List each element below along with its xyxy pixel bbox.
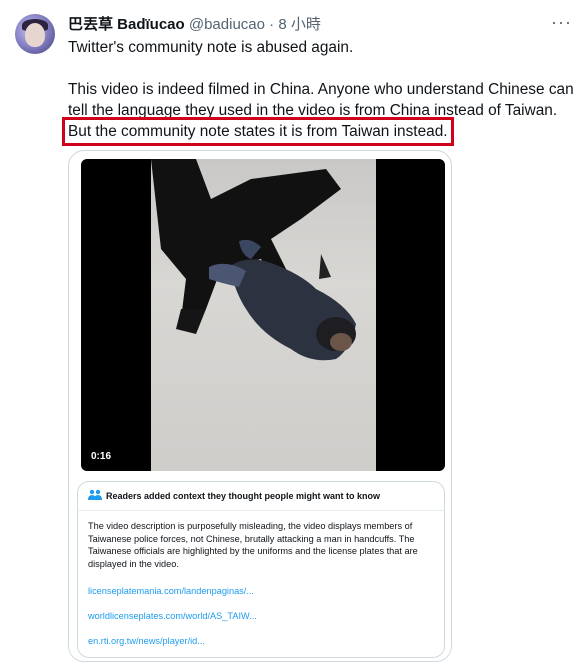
author-avatar[interactable] [15, 14, 55, 54]
highlighted-text-line: But the community note states it is from… [62, 117, 454, 146]
video-duration: 0:16 [91, 451, 112, 462]
community-note-body: The video description is purposefully mi… [88, 521, 418, 569]
author-handle[interactable]: @badiucao [189, 16, 265, 33]
source-link[interactable]: worldlicenseplates.com/world/AS_TAIW... [88, 611, 257, 621]
video-player[interactable]: 0:16 [81, 159, 445, 471]
video-frame [151, 159, 376, 471]
quoted-media-card[interactable]: 0:16 Readers added context they thought … [68, 150, 452, 662]
people-icon [88, 489, 102, 500]
tweet-text-line: Twitter's community note is abused again… [68, 39, 354, 56]
tweet: 巴丟草 Badïucao @badiucao · 8 小時 ··· Twitte… [0, 0, 580, 669]
avatar-face [25, 23, 45, 47]
separator-dot: · [269, 16, 275, 33]
tweet-text-line: This video is indeed filmed in China. An… [68, 81, 574, 98]
video-still-illustration [151, 159, 356, 361]
tweet-timestamp[interactable]: 8 小時 [278, 16, 321, 33]
tweet-text: Twitter's community note is abused again… [62, 37, 576, 146]
more-options-icon[interactable]: ··· [551, 12, 572, 33]
community-note-title: Readers added context they thought peopl… [106, 491, 381, 501]
source-link[interactable]: en.rti.org.tw/news/player/id... [88, 636, 205, 646]
source-link[interactable]: licenseplatemania.com/landenpaginas/... [88, 586, 254, 596]
author-name[interactable]: 巴丟草 Badïucao [68, 16, 185, 33]
community-note: Readers added context they thought peopl… [77, 481, 445, 658]
tweet-text-line: tell the language they used in the video… [68, 102, 558, 119]
community-note-header: Readers added context they thought peopl… [78, 482, 444, 511]
tweet-header: 巴丟草 Badïucao @badiucao · 8 小時 [68, 13, 321, 34]
